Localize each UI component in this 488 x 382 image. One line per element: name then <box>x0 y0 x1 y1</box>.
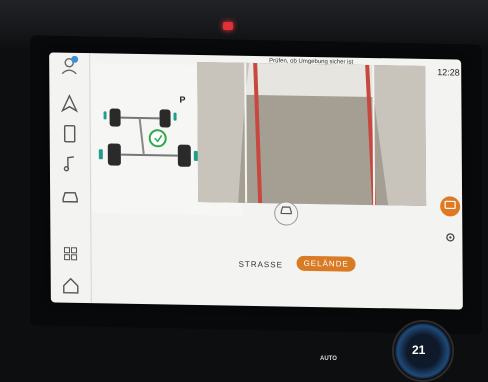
phone-icon[interactable] <box>59 123 81 145</box>
mode-offroad-tab[interactable]: GELÄNDE <box>296 255 356 272</box>
auto-climate-label[interactable]: AUTO <box>320 356 337 362</box>
home-icon[interactable] <box>60 275 82 297</box>
car-view-button[interactable] <box>274 201 299 226</box>
gear-indicator: P <box>179 94 186 105</box>
camera-toggle-button[interactable] <box>440 196 461 217</box>
camera-feed-image <box>197 61 427 206</box>
mode-street-tab[interactable]: STRASSE <box>239 260 283 270</box>
music-icon[interactable] <box>59 153 81 175</box>
climate-temperature: 21 <box>412 343 426 357</box>
navigation-icon[interactable] <box>58 93 80 115</box>
profile-badge <box>71 55 79 63</box>
settings-icon[interactable] <box>444 231 456 246</box>
sidebar <box>49 52 92 304</box>
hazard-light-icon[interactable] <box>223 22 233 30</box>
apps-grid-icon[interactable] <box>59 243 81 265</box>
car-icon[interactable] <box>59 185 81 207</box>
clock: 12:28 <box>437 67 460 78</box>
infotainment-screen: P Prüfen, ob Umgebung sicher ist 12:28 S… <box>49 52 463 310</box>
camera-view[interactable] <box>197 61 427 206</box>
